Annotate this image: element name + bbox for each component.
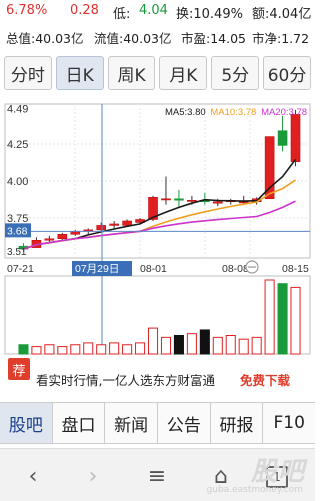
x-tick-label: 07-21 <box>7 263 34 275</box>
bottom-tabs: 股吧 盘口 新闻 公告 研报 F10 <box>0 402 315 444</box>
tab-research[interactable]: 研报 <box>211 403 264 443</box>
volume-bar <box>135 342 146 355</box>
pb-ratio: 市净:1.72 <box>252 31 310 46</box>
tab-f10[interactable]: F10 <box>263 403 315 443</box>
tab-pankou[interactable]: 盘口 <box>53 403 106 443</box>
volume-bar <box>96 344 107 355</box>
candle-body <box>44 238 55 241</box>
watermark-url: guba.eastmoney.com <box>206 485 303 495</box>
volume-bar <box>238 338 249 355</box>
turnover-rate: 换:10.49% <box>176 7 243 22</box>
tab-guba[interactable]: 股吧 <box>0 403 53 443</box>
candle-body <box>187 200 197 202</box>
volume-bar <box>251 336 262 355</box>
back-icon[interactable]: ‹ <box>18 461 48 491</box>
trade-amount: 额:4.04亿 <box>252 7 312 22</box>
change-amount: 0.28 <box>70 3 99 18</box>
volume-bar <box>18 344 29 355</box>
tab-announcements[interactable]: 公告 <box>158 403 211 443</box>
low-value: 4.04 <box>139 3 168 18</box>
candlestick-chart[interactable]: 4.49 4.25 4.00 3.753.68 3.51 MA5:3.80 MA10:3.7… <box>0 98 315 360</box>
candle-body <box>161 198 171 201</box>
volume-bar <box>122 344 133 355</box>
volume-bar <box>109 342 120 355</box>
promo-banner[interactable]: 荐 看实时行情,一亿人选东方财富通 免费下载 <box>0 356 315 394</box>
legend-item: MA10:3.78 <box>210 107 256 118</box>
volume-bar <box>199 329 210 355</box>
volume-bar <box>225 335 236 355</box>
date-tag-label: 07月29日 <box>75 263 119 275</box>
tab-daily-k[interactable]: 日K <box>55 56 104 90</box>
volume-bar <box>57 346 68 355</box>
browser-nav-bar: ‹ › ≡ ⌂ 1 股吧 guba.eastmoney.com <box>0 448 315 501</box>
stats-row: 总值:40.03亿 流值:40.03亿 市盈:14.05 市净:1.72 <box>0 25 315 47</box>
period-tabs: 分时 日K 周K 月K 5分 60分 <box>4 56 311 92</box>
low-label: 低: <box>113 7 131 22</box>
tab-5min[interactable]: 5分 <box>211 56 260 90</box>
quote-row: 6.78% 0.28 低: 4.04 换:10.49% 额:4.04亿 <box>0 0 315 22</box>
volume-bar <box>290 286 301 355</box>
candle-body <box>277 130 288 146</box>
volume-bar <box>160 336 172 355</box>
y-tick-label: 3.75 <box>7 213 28 225</box>
ma20-line <box>23 200 296 250</box>
candle-body <box>238 201 249 204</box>
volume-bar <box>44 344 55 355</box>
volume-bar <box>70 344 81 355</box>
tab-monthly-k[interactable]: 月K <box>159 56 208 90</box>
y-tick-label: 4.00 <box>7 176 28 188</box>
volume-bar <box>186 333 197 355</box>
candle-body <box>96 225 106 231</box>
float-value: 流值:40.03亿 <box>94 31 172 46</box>
candle-body <box>109 223 119 226</box>
x-tick-label: 08-01 <box>140 263 167 275</box>
menu-icon[interactable]: ≡ <box>142 461 172 491</box>
forward-icon[interactable]: › <box>78 461 108 491</box>
candle-body <box>57 234 68 240</box>
total-value: 总值:40.03亿 <box>6 31 84 46</box>
change-percent: 6.78% <box>6 3 48 18</box>
tab-weekly-k[interactable]: 周K <box>107 56 156 90</box>
y-tick-label: 4.25 <box>7 139 28 151</box>
watermark-logo: 股吧 <box>250 457 305 487</box>
legend-item: MA5:3.80 <box>165 107 206 118</box>
candle-body <box>290 114 301 163</box>
volume-bar <box>147 327 159 355</box>
recommend-icon: 荐 <box>8 358 30 380</box>
volume-bar <box>212 336 223 355</box>
tab-intraday[interactable]: 分时 <box>4 56 52 90</box>
candle-body <box>174 198 184 201</box>
volume-bar <box>264 279 275 355</box>
volume-bar <box>277 283 288 355</box>
y-tick-label: 4.49 <box>7 103 28 115</box>
tab-60min[interactable]: 60分 <box>263 56 311 90</box>
price-tag-label: 3.68 <box>7 225 28 237</box>
volume-bar <box>31 346 42 355</box>
x-tick-label: 08-15 <box>282 263 309 275</box>
tab-news[interactable]: 新闻 <box>105 403 159 443</box>
candle-body <box>213 201 223 204</box>
volume-bar <box>83 342 94 355</box>
promo-text: 看实时行情,一亿人选东方财富通 <box>36 373 215 388</box>
candle-body <box>122 220 132 226</box>
candle-body <box>264 136 275 200</box>
low-tag-label: 3.51 <box>7 247 27 258</box>
legend-item: MA20:3.78 <box>261 107 307 118</box>
pe-ratio: 市盈:14.05 <box>181 31 246 46</box>
volume-bar <box>173 335 184 355</box>
free-download-link[interactable]: 免费下载 <box>240 370 290 389</box>
x-tick-label: 08-08 <box>222 263 249 275</box>
